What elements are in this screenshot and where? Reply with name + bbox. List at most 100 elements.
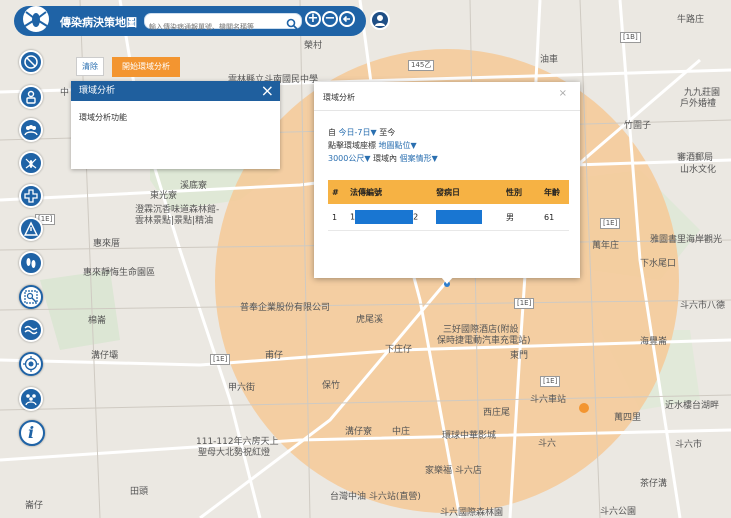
cell-onset bbox=[432, 204, 502, 231]
col-header-id: 法傳編號 bbox=[346, 180, 432, 204]
map-label: 下庄仔 bbox=[385, 345, 413, 355]
user-icon bbox=[375, 15, 385, 26]
map-label: 甫仔 bbox=[265, 351, 284, 361]
col-header-age: 年齡 bbox=[540, 180, 569, 204]
road-number: 145乙 bbox=[408, 60, 435, 71]
warning-icon bbox=[23, 221, 39, 236]
sidebar-item-water[interactable] bbox=[19, 318, 43, 342]
sidebar-item-group[interactable] bbox=[19, 118, 43, 142]
popup-title: 環域分析 bbox=[323, 93, 355, 102]
distance-select[interactable]: 3000公尺▼ bbox=[328, 154, 371, 163]
map-label: 聖母大北勢祝紅燈 bbox=[198, 448, 271, 458]
map-label: 溪底寮 bbox=[180, 181, 208, 191]
date-to-label: 至今 bbox=[379, 128, 396, 137]
sidebar-item-search-area[interactable] bbox=[19, 285, 43, 309]
map-label: 西庄尾 bbox=[483, 408, 511, 418]
medical-cross-icon bbox=[24, 189, 38, 203]
table-row[interactable]: 1 12 男 61 bbox=[328, 204, 569, 231]
map-label: 家樂福 斗六店 bbox=[425, 466, 482, 476]
buffer-analysis-panel: 環域分析 × 環域分析功能 bbox=[71, 81, 280, 169]
sidebar-item-medical[interactable] bbox=[19, 184, 43, 208]
no-bacteria-icon bbox=[24, 55, 38, 69]
redacted-block bbox=[355, 210, 414, 224]
map-label: 溝仔壩 bbox=[91, 351, 119, 361]
panel-header: 環域分析 × bbox=[71, 81, 280, 101]
start-analysis-button[interactable]: 開始環域分析 bbox=[112, 57, 180, 77]
sidebar-item-target[interactable] bbox=[19, 352, 43, 376]
map-label: 雲林景點|景點|精油 bbox=[135, 216, 214, 226]
panel-description: 環域分析功能 bbox=[79, 113, 127, 122]
close-icon[interactable]: × bbox=[261, 81, 274, 101]
zoom-out-button[interactable]: − bbox=[322, 11, 338, 27]
cell-age: 61 bbox=[540, 204, 569, 231]
sidebar-item-people[interactable] bbox=[19, 387, 43, 411]
arrow-left-circle-icon bbox=[342, 15, 350, 23]
map-label: 榮村 bbox=[304, 41, 323, 51]
target-icon bbox=[23, 356, 39, 372]
road-number: [1E] bbox=[600, 218, 621, 229]
map-label: 斗六車站 bbox=[530, 395, 567, 405]
map-label: 戶外婚禮 bbox=[680, 99, 717, 109]
sidebar-item-person[interactable] bbox=[19, 85, 43, 109]
popup-pointer bbox=[441, 277, 453, 284]
sidebar-item-info[interactable]: i bbox=[19, 420, 45, 446]
road-number: [1E] bbox=[540, 376, 561, 387]
cell-num: 1 bbox=[328, 204, 346, 231]
map-label: 棉崙 bbox=[88, 316, 107, 326]
map-label: 崙仔 bbox=[25, 501, 44, 511]
search-icon[interactable] bbox=[286, 15, 298, 30]
user-button[interactable] bbox=[370, 10, 390, 30]
sidebar-item-warning[interactable] bbox=[19, 217, 43, 241]
map-label: 中 bbox=[60, 88, 70, 98]
divider bbox=[314, 110, 580, 111]
clear-button[interactable]: 清除 bbox=[76, 57, 104, 76]
case-type-select[interactable]: 個案情形▼ bbox=[400, 154, 438, 163]
date-range-row: 自 今日-7日▼ 至今 bbox=[328, 127, 395, 138]
map-label: 田頭 bbox=[130, 487, 149, 497]
group-icon bbox=[24, 125, 38, 136]
search-box[interactable] bbox=[144, 13, 302, 33]
map-label: 斗六市八德 bbox=[680, 301, 726, 311]
road-number: [1E] bbox=[210, 354, 231, 365]
zoom-in-button[interactable]: + bbox=[305, 11, 321, 27]
distance-row: 3000公尺▼ 環域內 個案情形▼ bbox=[328, 153, 438, 164]
back-button[interactable] bbox=[339, 11, 355, 27]
map-label: 萬年庄 bbox=[592, 241, 620, 251]
map-label: 茶仔溝 bbox=[640, 479, 668, 489]
map-label: 惠來靜悔生命園區 bbox=[83, 268, 156, 278]
point-row: 點擊環域座標 地圖點位▼ bbox=[328, 140, 417, 151]
app-title: 傳染病決策地圖 bbox=[60, 16, 137, 29]
sidebar-item-mosquito[interactable] bbox=[19, 151, 43, 175]
area-search-icon bbox=[24, 290, 38, 304]
map-point-select[interactable]: 地圖點位▼ bbox=[379, 141, 417, 150]
map-label: 斗六 bbox=[538, 439, 557, 449]
road-number: [1B] bbox=[620, 32, 641, 43]
water-icon bbox=[24, 325, 38, 335]
close-icon[interactable]: × bbox=[559, 88, 567, 99]
analysis-result-popup: 環域分析 × 自 今日-7日▼ 至今 點擊環域座標 地圖點位▼ 3000公尺▼ … bbox=[314, 82, 580, 278]
map-label: 斗六國際森林園 bbox=[440, 508, 504, 518]
search-input[interactable] bbox=[149, 21, 281, 33]
map-label: 惠來厝 bbox=[93, 239, 121, 249]
point-label: 點擊環域座標 bbox=[328, 141, 376, 150]
footprint-icon bbox=[26, 258, 36, 268]
minus-circle-icon: − bbox=[324, 11, 336, 26]
map-label: 油車 bbox=[540, 55, 559, 65]
sidebar-item-footprint[interactable] bbox=[19, 251, 43, 275]
people-icon bbox=[25, 394, 37, 406]
plus-circle-icon: + bbox=[307, 11, 319, 26]
road-number: [1E] bbox=[514, 298, 535, 309]
panel-title: 環域分析 bbox=[79, 86, 116, 96]
info-icon: i bbox=[28, 423, 35, 442]
redacted-block bbox=[436, 210, 482, 224]
map-label: 雅圖書里海岸觀光 bbox=[650, 235, 723, 245]
date-from-select[interactable]: 今日-7日▼ bbox=[339, 128, 377, 137]
sidebar-item-layers[interactable] bbox=[19, 50, 43, 74]
map-label: 海豐崙 bbox=[640, 337, 668, 347]
map-label: 中庄 bbox=[392, 427, 411, 437]
map-label: 山水文化 bbox=[680, 165, 717, 175]
col-header-num: # bbox=[328, 180, 346, 204]
map-label: 斗六市 bbox=[675, 440, 703, 450]
table-header-row: # 法傳編號 發病日 性別 年齡 bbox=[328, 180, 569, 204]
map-label: 保時捷電動汽車充電站) bbox=[437, 336, 531, 346]
